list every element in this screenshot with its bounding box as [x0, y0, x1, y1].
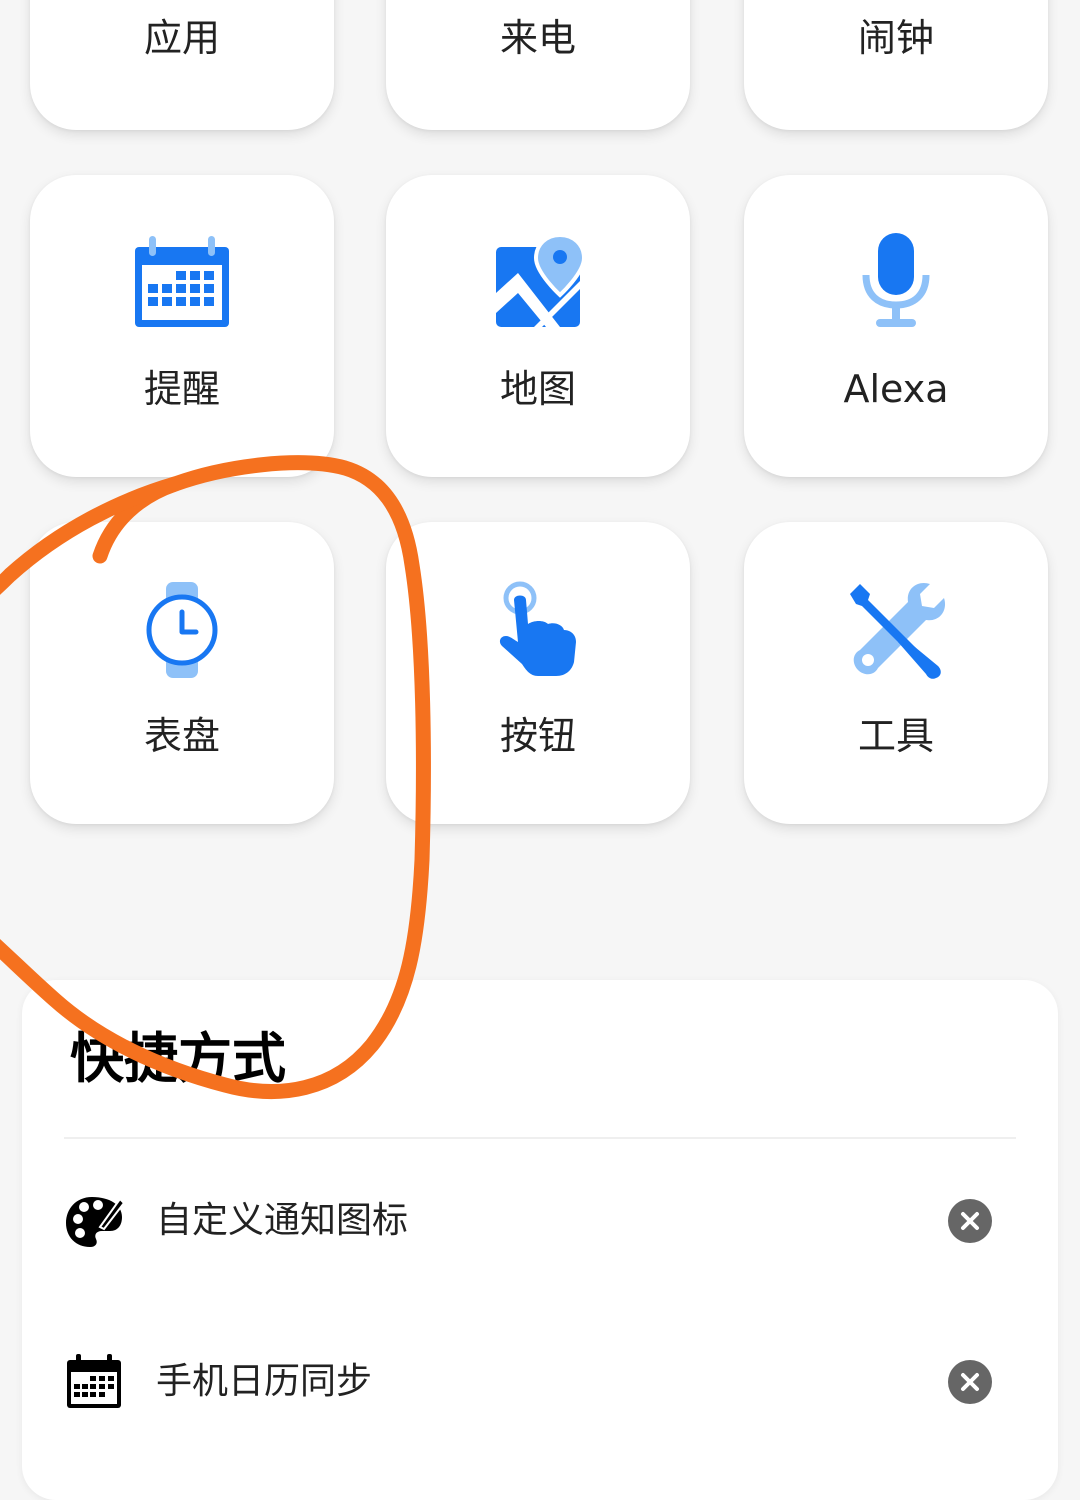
microphone-icon [846, 233, 946, 333]
feature-label-tools: 工具 [857, 714, 934, 758]
feature-label-maps: 地图 [499, 367, 576, 411]
feature-tile-alexa[interactable]: Alexa [744, 175, 1048, 477]
calendar-icon [132, 233, 232, 333]
feature-tile-reminders[interactable]: 提醒 [30, 175, 334, 477]
feature-tile-buttons[interactable]: 按钮 [386, 522, 690, 824]
tools-icon [846, 580, 946, 680]
watch-face-icon [132, 580, 232, 680]
map-pin-icon [488, 233, 588, 333]
feature-tile-watch-faces[interactable]: 表盘 [30, 522, 334, 824]
shortcut-item-phone-calendar-sync[interactable]: 手机日历同步 [22, 1332, 1058, 1432]
shortcuts-card: 快捷方式 自定义通知图标 手机日历同步 [22, 980, 1058, 1500]
remove-icon[interactable] [948, 1360, 992, 1404]
feature-label-watch-faces: 表盘 [143, 714, 220, 758]
feature-label-calls: 来电 [499, 16, 576, 60]
feature-tile-alarm[interactable]: 闹钟 [744, 0, 1048, 130]
feature-label-alexa: Alexa [843, 367, 949, 411]
shortcut-label: 自定义通知图标 [156, 1200, 409, 1241]
palette-icon [64, 1191, 124, 1251]
tap-finger-icon [488, 580, 588, 680]
feature-tile-calls[interactable]: 来电 [386, 0, 690, 130]
shortcuts-divider [64, 1137, 1016, 1139]
calendar-icon [64, 1352, 124, 1412]
feature-label-alarm: 闹钟 [857, 16, 934, 60]
feature-label-reminders: 提醒 [143, 367, 220, 411]
feature-tile-tools[interactable]: 工具 [744, 522, 1048, 824]
feature-label-buttons: 按钮 [499, 714, 576, 758]
feature-tile-maps[interactable]: 地图 [386, 175, 690, 477]
feature-label-apps: 应用 [143, 16, 220, 60]
shortcuts-title: 快捷方式 [70, 1027, 286, 1090]
shortcut-label: 手机日历同步 [156, 1361, 373, 1402]
shortcut-item-custom-notification-icon[interactable]: 自定义通知图标 [22, 1171, 1058, 1271]
remove-icon[interactable] [948, 1199, 992, 1243]
feature-tile-apps[interactable]: 应用 [30, 0, 334, 130]
